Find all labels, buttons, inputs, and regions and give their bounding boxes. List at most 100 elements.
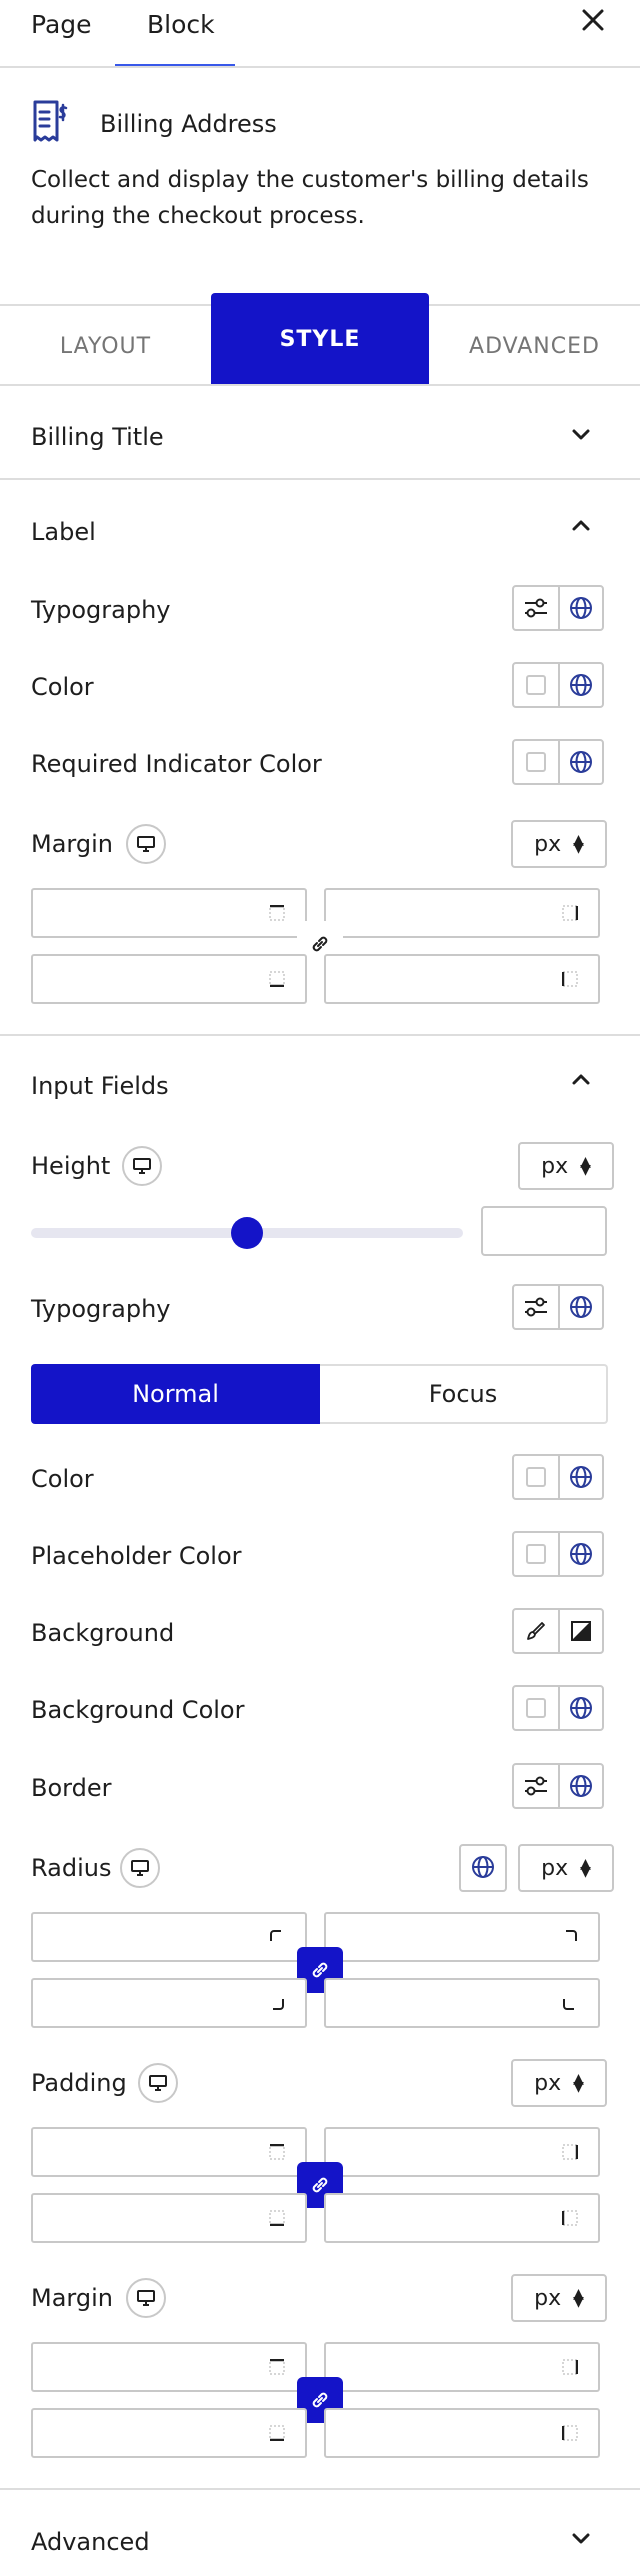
placeholder-color-label: Placeholder Color: [31, 1542, 242, 1570]
state-normal-button[interactable]: Normal: [31, 1364, 320, 1424]
placeholder-color-controls: [512, 1531, 604, 1577]
required-indicator-color-controls: [512, 739, 604, 785]
desktop-icon[interactable]: [138, 2063, 178, 2103]
globe-icon[interactable]: [558, 1687, 602, 1729]
tab-style[interactable]: STYLE: [211, 293, 429, 385]
settings-sliders-icon[interactable]: [514, 1765, 558, 1807]
label-margin-right-input[interactable]: [324, 888, 600, 938]
tab-block[interactable]: Block: [147, 10, 215, 39]
close-icon[interactable]: [578, 4, 608, 44]
label-margin-unit-select[interactable]: px ▲ ▼: [511, 820, 607, 868]
tab-layout[interactable]: LAYOUT: [0, 307, 211, 385]
globe-icon[interactable]: [558, 1286, 602, 1328]
radius-label: Radius: [31, 1854, 112, 1882]
padding-bottom-input[interactable]: [31, 2193, 307, 2243]
background-type-controls: [512, 1608, 604, 1654]
side-left-icon: [562, 971, 578, 987]
label-margin-left-input[interactable]: [324, 954, 600, 1004]
padding-left-input[interactable]: [324, 2193, 600, 2243]
corner-top-right-icon: [566, 1930, 577, 1941]
background-color-label: Background Color: [31, 1696, 245, 1724]
section-input-fields[interactable]: Input Fields: [31, 1072, 169, 1100]
brush-icon[interactable]: [514, 1610, 558, 1652]
chevron-down-icon[interactable]: [570, 2528, 592, 2550]
height-value-input[interactable]: [481, 1206, 607, 1256]
color-swatch[interactable]: [514, 741, 558, 783]
globe-icon[interactable]: [558, 1765, 602, 1807]
chevron-up-icon[interactable]: [570, 514, 592, 536]
color-swatch[interactable]: [514, 1533, 558, 1575]
label-typography-controls: [512, 585, 604, 631]
globe-icon[interactable]: [558, 1533, 602, 1575]
input-margin-top-input[interactable]: [31, 2342, 307, 2392]
globe-icon[interactable]: [558, 664, 602, 706]
required-indicator-color-label: Required Indicator Color: [31, 750, 322, 778]
border-label: Border: [31, 1774, 112, 1802]
radius-bottom-right-input[interactable]: [324, 1978, 600, 2028]
chevron-down-icon[interactable]: [570, 424, 592, 446]
globe-icon[interactable]: [558, 1456, 602, 1498]
globe-icon[interactable]: [558, 741, 602, 783]
color-swatch[interactable]: [514, 1456, 558, 1498]
input-color-controls: [512, 1454, 604, 1500]
padding-top-input[interactable]: [31, 2127, 307, 2177]
desktop-icon[interactable]: [122, 1146, 162, 1186]
tab-advanced[interactable]: ADVANCED: [429, 307, 640, 385]
side-right-icon: [562, 2359, 578, 2375]
tab-page[interactable]: Page: [31, 10, 92, 39]
settings-sliders-icon[interactable]: [514, 1286, 558, 1328]
section-advanced[interactable]: Advanced: [31, 2528, 150, 2556]
padding-right-input[interactable]: [324, 2127, 600, 2177]
gradient-icon[interactable]: [558, 1610, 602, 1652]
padding-label: Padding: [31, 2069, 127, 2097]
corner-bottom-left-icon: [563, 1999, 574, 2010]
side-left-icon: [562, 2210, 578, 2226]
desktop-icon[interactable]: [126, 2278, 166, 2318]
side-bottom-icon: [269, 971, 285, 987]
side-right-icon: [562, 905, 578, 921]
background-label: Background: [31, 1619, 175, 1647]
color-swatch[interactable]: [514, 1687, 558, 1729]
sort-arrows-icon: ▲ ▼: [573, 2286, 584, 2310]
panel-tabs-bottom-border: [0, 384, 640, 386]
label-margin-bottom-input[interactable]: [31, 954, 307, 1004]
section-divider: [0, 2488, 640, 2490]
label-color-label: Color: [31, 673, 94, 701]
side-top-icon: [269, 2144, 285, 2160]
input-margin-label: Margin: [31, 2284, 113, 2312]
height-slider-thumb[interactable]: [231, 1217, 263, 1249]
label-margin-label: Margin: [31, 830, 113, 858]
billing-document-icon: [31, 98, 71, 148]
radius-top-left-input[interactable]: [31, 1912, 307, 1962]
label-typography-label: Typography: [31, 596, 171, 624]
side-bottom-icon: [269, 2425, 285, 2441]
settings-sliders-icon[interactable]: [514, 587, 558, 629]
input-height-label: Height: [31, 1152, 111, 1180]
side-bottom-icon: [269, 2210, 285, 2226]
radius-top-right-input[interactable]: [324, 1912, 600, 1962]
color-swatch[interactable]: [514, 664, 558, 706]
side-top-icon: [269, 2359, 285, 2375]
state-focus-button[interactable]: Focus: [320, 1364, 608, 1424]
globe-icon[interactable]: [461, 1846, 505, 1888]
input-margin-unit-select[interactable]: px ▲ ▼: [511, 2274, 607, 2322]
desktop-icon[interactable]: [120, 1848, 160, 1888]
input-margin-left-input[interactable]: [324, 2408, 600, 2458]
chevron-up-icon[interactable]: [570, 1068, 592, 1090]
input-margin-right-input[interactable]: [324, 2342, 600, 2392]
radius-global-control: [459, 1844, 507, 1892]
sort-arrows-icon: ▲ ▼: [573, 832, 584, 856]
padding-unit-select[interactable]: px ▲ ▼: [511, 2059, 607, 2107]
side-left-icon: [562, 2425, 578, 2441]
section-label[interactable]: Label: [31, 518, 96, 546]
desktop-icon[interactable]: [126, 824, 166, 864]
input-margin-bottom-input[interactable]: [31, 2408, 307, 2458]
section-divider: [0, 478, 640, 480]
globe-icon[interactable]: [558, 587, 602, 629]
radius-bottom-left-input[interactable]: [31, 1978, 307, 2028]
section-divider: [0, 1034, 640, 1036]
section-billing-title[interactable]: Billing Title: [31, 423, 164, 451]
input-height-unit-select[interactable]: px ▲ ▼: [518, 1142, 614, 1190]
radius-unit-select[interactable]: px ▲ ▼: [518, 1844, 614, 1892]
label-margin-top-input[interactable]: [31, 888, 307, 938]
